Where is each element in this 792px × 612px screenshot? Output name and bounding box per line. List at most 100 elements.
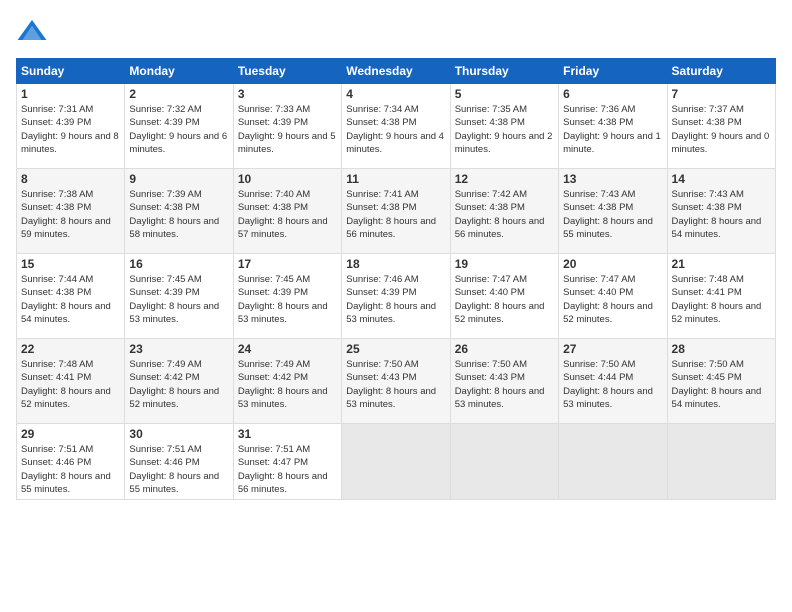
sunset-label: Sunset: 4:45 PM <box>672 372 742 383</box>
sunrise-label: Sunrise: 7:48 AM <box>672 274 744 285</box>
calendar-header-row: SundayMondayTuesdayWednesdayThursdayFrid… <box>17 59 776 84</box>
day-info: Sunrise: 7:40 AM Sunset: 4:38 PM Dayligh… <box>238 188 337 241</box>
daylight-label: Daylight: 8 hours and 52 minutes. <box>672 301 762 325</box>
calendar-cell: 2 Sunrise: 7:32 AM Sunset: 4:39 PM Dayli… <box>125 84 233 169</box>
day-info: Sunrise: 7:37 AM Sunset: 4:38 PM Dayligh… <box>672 103 771 156</box>
day-number: 15 <box>21 257 120 271</box>
daylight-label: Daylight: 8 hours and 59 minutes. <box>21 216 111 240</box>
day-number: 4 <box>346 87 445 101</box>
day-info: Sunrise: 7:44 AM Sunset: 4:38 PM Dayligh… <box>21 273 120 326</box>
sunset-label: Sunset: 4:38 PM <box>455 202 525 213</box>
day-number: 12 <box>455 172 554 186</box>
sunrise-label: Sunrise: 7:40 AM <box>238 189 310 200</box>
daylight-label: Daylight: 8 hours and 55 minutes. <box>129 471 219 495</box>
sunset-label: Sunset: 4:39 PM <box>238 117 308 128</box>
sunset-label: Sunset: 4:38 PM <box>563 117 633 128</box>
day-number: 10 <box>238 172 337 186</box>
daylight-label: Daylight: 8 hours and 54 minutes. <box>672 386 762 410</box>
sunrise-label: Sunrise: 7:33 AM <box>238 104 310 115</box>
sunrise-label: Sunrise: 7:42 AM <box>455 189 527 200</box>
sunset-label: Sunset: 4:39 PM <box>21 117 91 128</box>
sunrise-label: Sunrise: 7:47 AM <box>455 274 527 285</box>
sunset-label: Sunset: 4:42 PM <box>238 372 308 383</box>
day-number: 2 <box>129 87 228 101</box>
sunrise-label: Sunrise: 7:37 AM <box>672 104 744 115</box>
calendar-cell: 13 Sunrise: 7:43 AM Sunset: 4:38 PM Dayl… <box>559 169 667 254</box>
daylight-label: Daylight: 8 hours and 53 minutes. <box>129 301 219 325</box>
daylight-label: Daylight: 8 hours and 52 minutes. <box>563 301 653 325</box>
sunset-label: Sunset: 4:43 PM <box>455 372 525 383</box>
calendar-header-monday: Monday <box>125 59 233 84</box>
sunrise-label: Sunrise: 7:50 AM <box>672 359 744 370</box>
sunrise-label: Sunrise: 7:43 AM <box>563 189 635 200</box>
sunrise-label: Sunrise: 7:49 AM <box>129 359 201 370</box>
sunset-label: Sunset: 4:38 PM <box>129 202 199 213</box>
calendar-cell: 8 Sunrise: 7:38 AM Sunset: 4:38 PM Dayli… <box>17 169 125 254</box>
calendar-header-thursday: Thursday <box>450 59 558 84</box>
calendar-cell: 10 Sunrise: 7:40 AM Sunset: 4:38 PM Dayl… <box>233 169 341 254</box>
sunset-label: Sunset: 4:38 PM <box>563 202 633 213</box>
day-info: Sunrise: 7:31 AM Sunset: 4:39 PM Dayligh… <box>21 103 120 156</box>
calendar-header-friday: Friday <box>559 59 667 84</box>
day-number: 7 <box>672 87 771 101</box>
sunset-label: Sunset: 4:46 PM <box>129 457 199 468</box>
day-info: Sunrise: 7:51 AM Sunset: 4:46 PM Dayligh… <box>21 443 120 496</box>
day-info: Sunrise: 7:49 AM Sunset: 4:42 PM Dayligh… <box>129 358 228 411</box>
day-number: 20 <box>563 257 662 271</box>
day-info: Sunrise: 7:45 AM Sunset: 4:39 PM Dayligh… <box>129 273 228 326</box>
calendar-cell: 27 Sunrise: 7:50 AM Sunset: 4:44 PM Dayl… <box>559 339 667 424</box>
calendar-cell: 31 Sunrise: 7:51 AM Sunset: 4:47 PM Dayl… <box>233 424 341 500</box>
sunset-label: Sunset: 4:41 PM <box>672 287 742 298</box>
calendar-cell: 5 Sunrise: 7:35 AM Sunset: 4:38 PM Dayli… <box>450 84 558 169</box>
sunset-label: Sunset: 4:38 PM <box>346 117 416 128</box>
sunrise-label: Sunrise: 7:48 AM <box>21 359 93 370</box>
sunrise-label: Sunrise: 7:36 AM <box>563 104 635 115</box>
day-info: Sunrise: 7:48 AM Sunset: 4:41 PM Dayligh… <box>672 273 771 326</box>
calendar-cell: 23 Sunrise: 7:49 AM Sunset: 4:42 PM Dayl… <box>125 339 233 424</box>
sunrise-label: Sunrise: 7:51 AM <box>21 444 93 455</box>
day-number: 19 <box>455 257 554 271</box>
sunrise-label: Sunrise: 7:51 AM <box>129 444 201 455</box>
day-info: Sunrise: 7:50 AM Sunset: 4:45 PM Dayligh… <box>672 358 771 411</box>
calendar-cell: 18 Sunrise: 7:46 AM Sunset: 4:39 PM Dayl… <box>342 254 450 339</box>
sunset-label: Sunset: 4:40 PM <box>455 287 525 298</box>
day-info: Sunrise: 7:47 AM Sunset: 4:40 PM Dayligh… <box>563 273 662 326</box>
day-info: Sunrise: 7:51 AM Sunset: 4:46 PM Dayligh… <box>129 443 228 496</box>
day-number: 1 <box>21 87 120 101</box>
calendar-cell: 3 Sunrise: 7:33 AM Sunset: 4:39 PM Dayli… <box>233 84 341 169</box>
calendar-cell: 24 Sunrise: 7:49 AM Sunset: 4:42 PM Dayl… <box>233 339 341 424</box>
calendar-header-tuesday: Tuesday <box>233 59 341 84</box>
day-number: 25 <box>346 342 445 356</box>
sunrise-label: Sunrise: 7:45 AM <box>238 274 310 285</box>
day-info: Sunrise: 7:39 AM Sunset: 4:38 PM Dayligh… <box>129 188 228 241</box>
sunrise-label: Sunrise: 7:46 AM <box>346 274 418 285</box>
calendar-cell <box>342 424 450 500</box>
sunrise-label: Sunrise: 7:44 AM <box>21 274 93 285</box>
calendar-header-saturday: Saturday <box>667 59 775 84</box>
daylight-label: Daylight: 8 hours and 53 minutes. <box>238 301 328 325</box>
sunset-label: Sunset: 4:38 PM <box>21 287 91 298</box>
calendar-cell: 16 Sunrise: 7:45 AM Sunset: 4:39 PM Dayl… <box>125 254 233 339</box>
day-info: Sunrise: 7:43 AM Sunset: 4:38 PM Dayligh… <box>672 188 771 241</box>
calendar-cell: 9 Sunrise: 7:39 AM Sunset: 4:38 PM Dayli… <box>125 169 233 254</box>
sunset-label: Sunset: 4:38 PM <box>455 117 525 128</box>
sunrise-label: Sunrise: 7:50 AM <box>563 359 635 370</box>
day-number: 13 <box>563 172 662 186</box>
calendar: SundayMondayTuesdayWednesdayThursdayFrid… <box>16 58 776 500</box>
day-info: Sunrise: 7:35 AM Sunset: 4:38 PM Dayligh… <box>455 103 554 156</box>
day-info: Sunrise: 7:43 AM Sunset: 4:38 PM Dayligh… <box>563 188 662 241</box>
calendar-cell <box>667 424 775 500</box>
calendar-cell: 21 Sunrise: 7:48 AM Sunset: 4:41 PM Dayl… <box>667 254 775 339</box>
sunset-label: Sunset: 4:38 PM <box>21 202 91 213</box>
sunset-label: Sunset: 4:41 PM <box>21 372 91 383</box>
daylight-label: Daylight: 8 hours and 55 minutes. <box>563 216 653 240</box>
calendar-header-sunday: Sunday <box>17 59 125 84</box>
calendar-cell: 22 Sunrise: 7:48 AM Sunset: 4:41 PM Dayl… <box>17 339 125 424</box>
page: SundayMondayTuesdayWednesdayThursdayFrid… <box>0 0 792 612</box>
day-info: Sunrise: 7:47 AM Sunset: 4:40 PM Dayligh… <box>455 273 554 326</box>
sunrise-label: Sunrise: 7:43 AM <box>672 189 744 200</box>
day-number: 28 <box>672 342 771 356</box>
day-info: Sunrise: 7:32 AM Sunset: 4:39 PM Dayligh… <box>129 103 228 156</box>
daylight-label: Daylight: 8 hours and 53 minutes. <box>346 301 436 325</box>
calendar-cell: 17 Sunrise: 7:45 AM Sunset: 4:39 PM Dayl… <box>233 254 341 339</box>
